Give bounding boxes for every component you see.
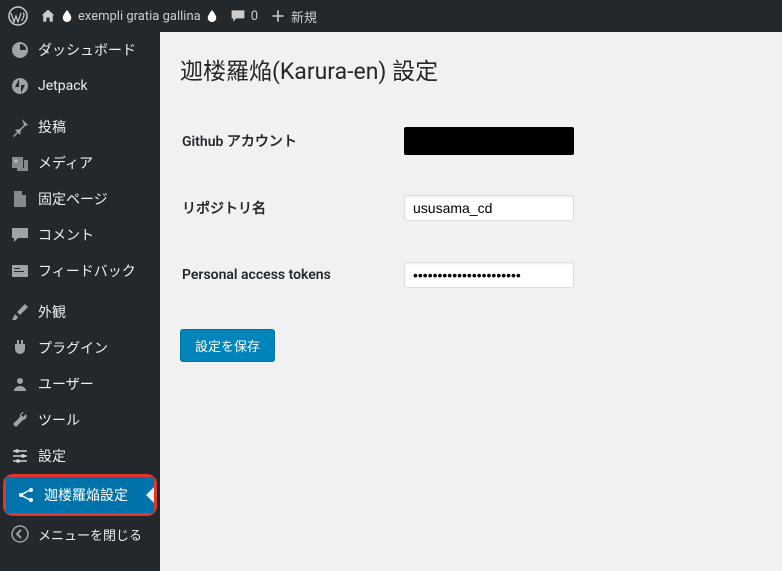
sidebar-item-label: プラグイン — [38, 338, 108, 358]
sidebar-item-appearance[interactable]: 外観 — [0, 294, 160, 330]
wp-logo-item[interactable] — [8, 6, 28, 26]
site-home-item[interactable]: exempli gratia gallina — [40, 8, 218, 24]
token-label: Personal access tokens — [182, 242, 402, 307]
plus-icon — [270, 8, 286, 24]
share-icon — [16, 485, 36, 505]
collapse-menu[interactable]: メニューを閉じる — [0, 516, 160, 552]
sidebar-item-tools[interactable]: ツール — [0, 402, 160, 438]
settings-form: Github アカウント リポジトリ名 Personal access toke… — [180, 106, 762, 309]
github-account-label: Github アカウント — [182, 108, 402, 173]
sidebar-item-karura-settings[interactable]: 迦楼羅焔設定 — [6, 477, 154, 513]
media-icon — [10, 153, 30, 173]
plugin-icon — [10, 338, 30, 358]
save-button[interactable]: 設定を保存 — [180, 329, 275, 362]
home-icon — [40, 8, 56, 24]
sidebar-item-label: 迦楼羅焔設定 — [44, 485, 128, 505]
sidebar-item-label: ダッシュボード — [38, 40, 136, 60]
sidebar-item-comments[interactable]: コメント — [0, 217, 160, 253]
droplet-icon — [206, 10, 218, 22]
repo-name-label: リポジトリ名 — [182, 175, 402, 240]
comment-icon — [230, 8, 246, 24]
new-item[interactable]: 新規 — [270, 7, 317, 26]
feedback-icon — [10, 261, 30, 281]
sidebar-item-label: フィードバック — [38, 261, 136, 281]
droplet-icon — [61, 10, 73, 22]
site-name: exempli gratia gallina — [78, 9, 201, 24]
new-label: 新規 — [291, 7, 317, 26]
sidebar-item-label: ツール — [38, 410, 80, 430]
sidebar-item-label: メディア — [38, 153, 93, 173]
brush-icon — [10, 302, 30, 322]
page-icon — [10, 189, 30, 209]
wrench-icon — [10, 410, 30, 430]
pin-icon — [10, 117, 30, 137]
sidebar-item-jetpack[interactable]: Jetpack — [0, 68, 160, 104]
highlight-annotation: 迦楼羅焔設定 — [3, 474, 157, 516]
sidebar-item-label: コメント — [38, 225, 94, 245]
comment-icon — [10, 225, 30, 245]
sidebar-item-plugins[interactable]: プラグイン — [0, 330, 160, 366]
repo-name-input[interactable] — [404, 195, 574, 221]
sidebar-item-label: 投稿 — [38, 117, 66, 137]
jetpack-icon — [10, 76, 30, 96]
collapse-label: メニューを閉じる — [38, 525, 142, 544]
dashboard-icon — [10, 40, 30, 60]
admin-topbar: exempli gratia gallina 0 新規 — [0, 0, 782, 32]
sidebar-item-posts[interactable]: 投稿 — [0, 109, 160, 145]
sidebar-item-label: 設定 — [38, 446, 66, 466]
collapse-icon — [10, 524, 30, 544]
sidebar-item-dashboard[interactable]: ダッシュボード — [0, 32, 160, 68]
sidebar-item-pages[interactable]: 固定ページ — [0, 181, 160, 217]
sidebar-item-label: ユーザー — [38, 374, 94, 394]
comments-item[interactable]: 0 — [230, 8, 258, 24]
sidebar-item-label: 固定ページ — [38, 189, 108, 209]
sidebar-item-users[interactable]: ユーザー — [0, 366, 160, 402]
github-account-input[interactable] — [404, 127, 574, 155]
sidebar-item-feedback[interactable]: フィードバック — [0, 253, 160, 289]
token-input[interactable] — [404, 262, 574, 288]
wordpress-icon — [8, 6, 28, 26]
sidebar-item-label: Jetpack — [38, 78, 88, 94]
sidebar-item-settings[interactable]: 設定 — [0, 438, 160, 474]
admin-sidebar: ダッシュボード Jetpack 投稿 メディア 固定ページ コメント フィードバ… — [0, 32, 160, 571]
sidebar-item-media[interactable]: メディア — [0, 145, 160, 181]
sliders-icon — [10, 446, 30, 466]
comments-count: 0 — [251, 9, 258, 24]
users-icon — [10, 374, 30, 394]
main-content: 迦楼羅焔(Karura-en) 設定 Github アカウント リポジトリ名 P… — [160, 32, 782, 571]
page-title: 迦楼羅焔(Karura-en) 設定 — [180, 52, 762, 86]
sidebar-item-label: 外観 — [38, 302, 66, 322]
